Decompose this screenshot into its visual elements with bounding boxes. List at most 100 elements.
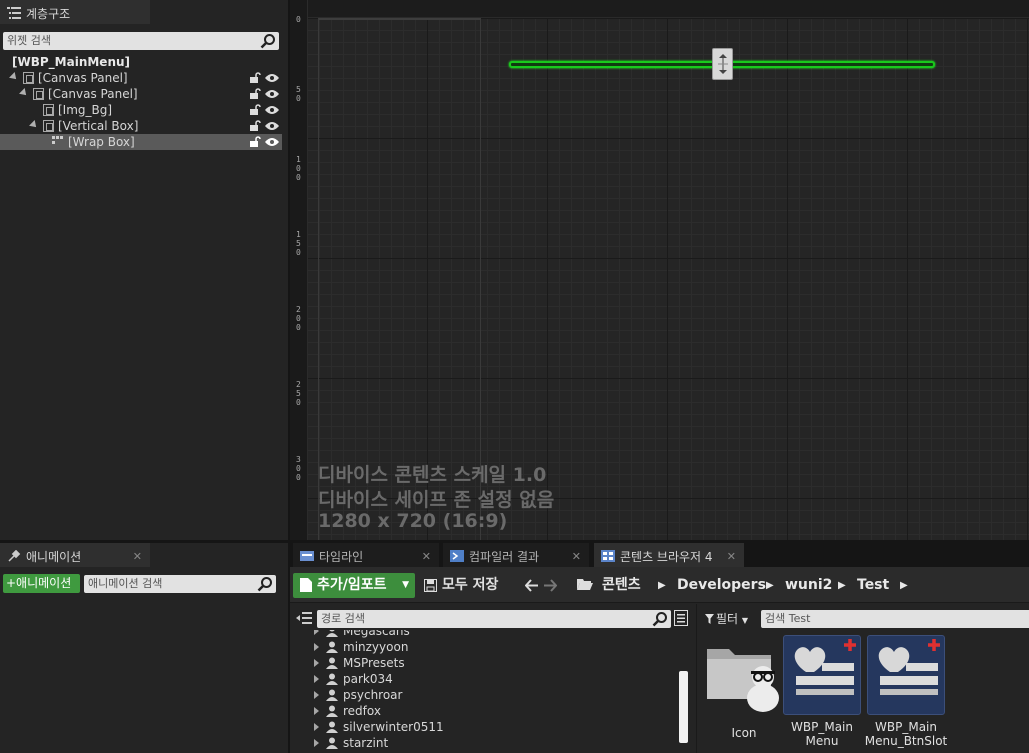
widget-search-input[interactable]: 위젯 검색 xyxy=(3,32,279,50)
tab-compiler-label: 컴파일러 결과 xyxy=(469,550,540,564)
tab-timeline-label: 타임라인 xyxy=(319,550,364,564)
lock-icon[interactable] xyxy=(249,136,261,148)
eye-icon[interactable] xyxy=(265,73,279,83)
lock-icon[interactable] xyxy=(249,88,261,100)
breadcrumb-content[interactable]: 콘텐츠 xyxy=(602,573,641,598)
tab-compiler-results[interactable]: 컴파일러 결과 ✕ xyxy=(443,543,589,567)
tree-item-label: [Img_Bg] xyxy=(58,103,113,117)
eye-icon[interactable] xyxy=(265,89,279,99)
user-folder-icon xyxy=(326,673,338,685)
folder-item[interactable]: starzint xyxy=(314,735,388,751)
breadcrumb-arrow-icon[interactable]: ▶ xyxy=(766,573,774,598)
horizontal-ruler xyxy=(308,0,1029,18)
expand-arrow-icon[interactable] xyxy=(314,739,319,747)
hierarchy-icon xyxy=(7,7,21,19)
asset-tile-widget-blueprint[interactable] xyxy=(867,635,945,715)
expand-arrow-icon[interactable] xyxy=(29,120,39,130)
breadcrumb-wuni2[interactable]: wuni2 xyxy=(785,573,832,598)
breadcrumb-developers[interactable]: Developers xyxy=(677,573,766,598)
view-options-icon[interactable] xyxy=(674,610,688,626)
expand-arrow-icon[interactable] xyxy=(9,72,19,82)
folder-item[interactable]: minzyyoon xyxy=(314,639,408,655)
expand-arrow-icon[interactable] xyxy=(314,691,319,699)
tab-animation[interactable]: 애니메이션 ✕ xyxy=(0,543,150,567)
search-icon[interactable] xyxy=(260,33,276,49)
expand-arrow-icon[interactable] xyxy=(19,88,29,98)
folder-scrollbar-thumb[interactable] xyxy=(679,671,688,743)
add-animation-button[interactable]: +애니메이션 xyxy=(3,574,80,593)
dropdown-arrow-icon: ▼ xyxy=(741,616,749,625)
close-icon[interactable]: ✕ xyxy=(572,545,581,569)
eye-icon[interactable] xyxy=(265,121,279,131)
breadcrumb-arrow-icon[interactable]: ▶ xyxy=(838,573,846,598)
forward-arrow-icon[interactable] xyxy=(543,579,557,592)
filter-button[interactable]: 필터 ▼ xyxy=(705,610,748,628)
back-arrow-icon[interactable] xyxy=(525,579,539,592)
add-import-button[interactable]: 추가/임포트 ▼ xyxy=(293,573,415,598)
folder-item[interactable]: Megascans xyxy=(314,630,410,639)
folder-open-icon[interactable] xyxy=(577,578,593,591)
breadcrumb-test[interactable]: Test xyxy=(857,573,889,598)
tree-item[interactable]: [Canvas Panel] xyxy=(0,70,282,86)
close-icon[interactable]: ✕ xyxy=(133,545,142,569)
folder-list: Megascans minzyyoon MSPresets park034 ps… xyxy=(290,630,680,753)
vertical-box-icon xyxy=(43,120,54,132)
expand-arrow-icon[interactable] xyxy=(314,643,319,651)
designer-viewport[interactable]: 0 5 0 1 0 0 1 5 0 2 0 0 2 5 0 3 0 0 디바이스… xyxy=(290,0,1029,540)
user-folder-icon xyxy=(326,721,338,733)
folder-label: minzyyoon xyxy=(343,640,409,654)
close-icon[interactable]: ✕ xyxy=(422,545,431,569)
save-all-button[interactable]: 모두 저장 xyxy=(424,573,498,598)
tab-timeline[interactable]: 타임라인 ✕ xyxy=(293,543,439,567)
asset-tile-widget-blueprint[interactable] xyxy=(783,635,861,715)
asset-search-input[interactable]: 검색 Test xyxy=(761,610,1029,628)
eye-icon[interactable] xyxy=(265,105,279,115)
asset-view-panel: 필터 ▼ 검색 Test Icon WBP_Main Menu WBP_Main… xyxy=(696,604,1029,753)
widget-blueprint-icon xyxy=(878,639,940,695)
image-icon xyxy=(43,104,54,116)
expand-arrow-icon[interactable] xyxy=(314,630,319,635)
folder-item[interactable]: MSPresets xyxy=(314,655,405,671)
tree-item-root[interactable]: [WBP_MainMenu] xyxy=(0,54,282,70)
ruler-tick: 3 0 0 xyxy=(296,455,301,482)
asset-tile-icon-folder[interactable] xyxy=(705,635,783,715)
search-icon[interactable] xyxy=(652,611,668,627)
search-icon[interactable] xyxy=(257,576,273,592)
folder-item[interactable]: silverwinter0511 xyxy=(314,719,444,735)
folder-item[interactable]: park034 xyxy=(314,671,393,687)
folder-item[interactable]: psychroar xyxy=(314,687,402,703)
eye-icon[interactable] xyxy=(265,137,279,147)
bottom-tab-bar: 타임라인 ✕ 컴파일러 결과 ✕ 콘텐츠 브라우저 4 ✕ xyxy=(290,543,1029,567)
tab-hierarchy-label: 계층구조 xyxy=(26,7,71,21)
lock-icon[interactable] xyxy=(249,120,261,132)
vertical-ruler: 0 5 0 1 0 0 1 5 0 2 0 0 2 5 0 3 0 0 xyxy=(290,0,308,540)
animation-search-input[interactable]: 애니메이션 검색 xyxy=(84,575,276,593)
expand-arrow-icon[interactable] xyxy=(314,707,319,715)
widget-blueprint-icon xyxy=(794,639,856,695)
expand-arrow-icon[interactable] xyxy=(314,723,319,731)
tree-item[interactable]: [Vertical Box] xyxy=(0,118,282,134)
lock-icon[interactable] xyxy=(249,104,261,116)
lock-icon[interactable] xyxy=(249,72,261,84)
tab-hierarchy[interactable]: 계층구조 xyxy=(0,0,150,24)
user-folder-icon xyxy=(326,689,338,701)
path-search-input[interactable]: 경로 검색 xyxy=(317,610,671,628)
device-safe-zone-text: 디바이스 세이프 존 설정 없음 xyxy=(318,489,555,511)
tree-item-selected[interactable]: [Wrap Box] xyxy=(0,134,282,150)
slider-handle[interactable] xyxy=(712,48,733,80)
breadcrumb-arrow-icon[interactable]: ▶ xyxy=(658,573,666,598)
close-icon[interactable]: ✕ xyxy=(727,545,736,569)
tree-item[interactable]: [Img_Bg] xyxy=(0,102,282,118)
breadcrumb-arrow-icon[interactable]: ▶ xyxy=(900,573,908,598)
tree-item[interactable]: [Canvas Panel] xyxy=(0,86,282,102)
tree-view-icon[interactable] xyxy=(296,612,312,624)
folder-label: redfox xyxy=(343,704,381,718)
folder-item[interactable]: redfox xyxy=(314,703,381,719)
folder-label: MSPresets xyxy=(343,656,405,670)
content-browser-toolbar: 추가/임포트 ▼ 모두 저장 콘텐츠 ▶ Developers ▶ wuni2 … xyxy=(290,567,1029,603)
expand-arrow-icon[interactable] xyxy=(314,675,319,683)
expand-arrow-icon[interactable] xyxy=(314,659,319,667)
animation-panel: 애니메이션 ✕ +애니메이션 애니메이션 검색 xyxy=(0,543,288,753)
tab-content-browser[interactable]: 콘텐츠 브라우저 4 ✕ xyxy=(594,543,744,567)
tree-item-label: [Canvas Panel] xyxy=(48,87,138,101)
